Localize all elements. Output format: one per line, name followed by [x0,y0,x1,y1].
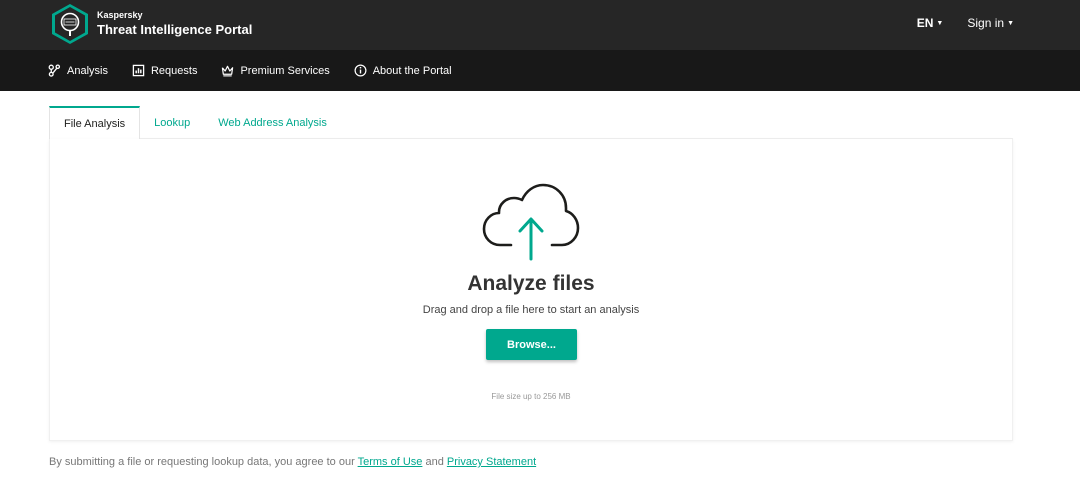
privacy-statement-link[interactable]: Privacy Statement [447,456,536,468]
top-header: Kaspersky Threat Intelligence Portal EN ▼… [0,0,1080,50]
file-drop-zone[interactable]: Analyze files Drag and drop a file here … [49,139,1013,441]
kaspersky-logo-icon [52,4,88,44]
main-nav: Analysis Requests Premium Services About… [0,50,1080,91]
analysis-tabs: File Analysis Lookup Web Address Analysi… [49,106,1013,140]
nav-item-about-the-portal[interactable]: About the Portal [354,64,452,77]
requests-icon [132,64,145,77]
terms-notice: By submitting a file or requesting looku… [49,456,536,468]
brand-name: Kaspersky [97,10,143,21]
caret-down-icon: ▼ [936,20,944,27]
terms-of-use-link[interactable]: Terms of Use [358,456,423,468]
tab-file-analysis[interactable]: File Analysis [49,106,141,140]
upload-title: Analyze files [467,272,595,295]
browse-button[interactable]: Browse... [486,329,577,360]
nav-item-premium-services[interactable]: Premium Services [221,64,330,77]
nav-label: Requests [150,64,198,77]
cloud-upload-icon [482,183,580,261]
nav-item-requests[interactable]: Requests [132,64,197,77]
sign-in-label: Sign in [967,16,1005,30]
analysis-icon [48,64,61,77]
nav-item-analysis[interactable]: Analysis [48,64,108,77]
header-actions: EN ▼ Sign in ▼ [917,16,1014,30]
terms-notice-and: and [422,456,447,468]
info-icon [354,64,367,77]
logo-text: Kaspersky Threat Intelligence Portal [97,10,252,37]
tab-lookup[interactable]: Lookup [140,106,204,140]
crown-icon [222,65,234,77]
nav-label: Premium Services [240,64,330,77]
file-size-note: File size up to 256 MB [491,392,571,401]
upload-subtitle: Drag and drop a file here to start an an… [422,304,640,316]
sign-in-menu[interactable]: Sign in ▼ [967,16,1014,30]
terms-notice-text: By submitting a file or requesting looku… [49,456,358,468]
tab-web-address-analysis[interactable]: Web Address Analysis [204,106,341,140]
language-label: EN [916,16,934,30]
language-selector[interactable]: EN ▼ [917,16,944,30]
nav-label: Analysis [67,64,108,77]
caret-down-icon: ▼ [1007,20,1014,27]
nav-label: About the Portal [372,64,452,77]
logo[interactable]: Kaspersky Threat Intelligence Portal [50,3,252,45]
product-name: Threat Intelligence Portal [97,21,253,37]
